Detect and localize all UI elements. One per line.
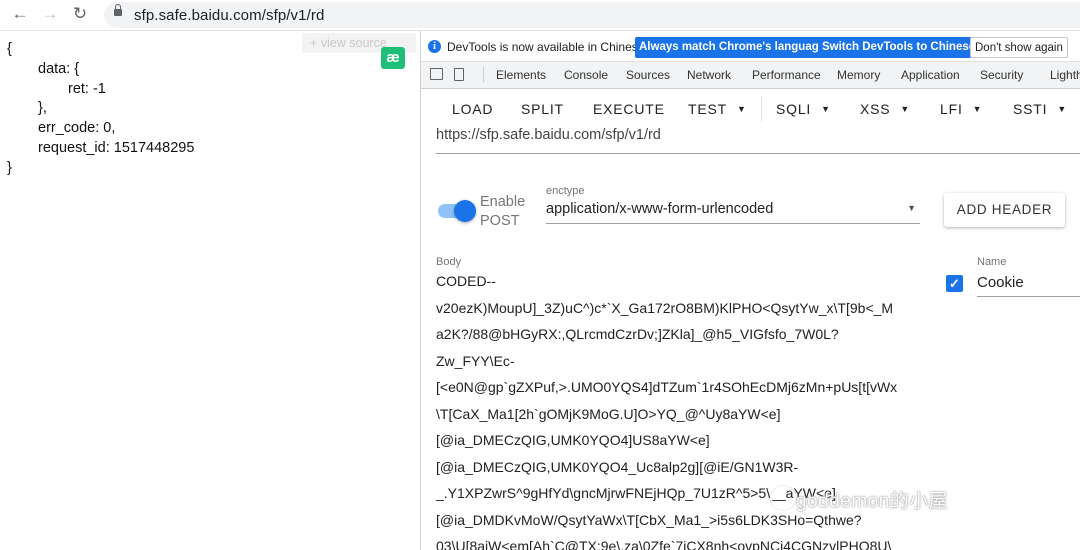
tab-elements[interactable]: Elements: [496, 68, 546, 82]
ssti-menu-button[interactable]: SSTI ▼: [1013, 101, 1067, 117]
lock-icon[interactable]: [114, 4, 122, 16]
caret-down-icon: ▼: [821, 104, 831, 114]
url-input[interactable]: https://sfp.safe.baidu.com/sfp/v1/rd: [436, 127, 1080, 154]
lfi-menu-button[interactable]: LFI ▼: [940, 101, 982, 117]
divider: [761, 96, 762, 122]
json-line: ret: -1: [68, 81, 106, 97]
json-line: data: {: [38, 61, 80, 77]
hackbar-toolbar: LOAD SPLIT EXECUTE TEST ▼ SQLI ▼ XSS ▼ LFI ▼…: [421, 89, 1080, 129]
header-name-value: Cookie: [977, 274, 1024, 291]
watermark-text: goddemon的小屋: [796, 491, 949, 512]
execute-button[interactable]: EXECUTE: [593, 101, 665, 117]
devtools-panel: i DevTools is now available in Chinese! …: [420, 31, 1080, 550]
tab-console[interactable]: Console: [564, 68, 608, 82]
caret-down-icon: ▼: [972, 104, 983, 114]
tab-sources[interactable]: Sources: [626, 68, 670, 82]
enctype-value: application/x-www-form-urlencoded: [546, 201, 774, 217]
add-header-button[interactable]: ADD HEADER: [944, 193, 1065, 227]
switch-to-chinese-button[interactable]: Switch DevTools to Chinese: [818, 37, 980, 58]
body-label: Body: [436, 256, 462, 268]
reload-icon[interactable]: ↻: [70, 4, 90, 24]
json-line: {: [7, 41, 12, 57]
json-line: },: [38, 100, 47, 116]
post-label: POST: [480, 213, 520, 229]
tab-application[interactable]: Application: [901, 68, 960, 82]
load-button[interactable]: LOAD: [452, 101, 493, 117]
lfi-label: LFI: [940, 101, 963, 117]
caret-down-icon: ▼: [900, 104, 911, 114]
enable-post-label: Enable POST: [480, 193, 525, 231]
url-input-value: https://sfp.safe.baidu.com/sfp/v1/rd: [436, 127, 661, 143]
url-text[interactable]: sfp.safe.baidu.com/sfp/v1/rd: [134, 7, 324, 24]
forward-arrow-icon[interactable]: →: [40, 4, 60, 24]
enctype-label: enctype: [546, 185, 585, 197]
body-line: v20ezK)MoupU]_3Z)uC^)c*`X_Ga172rO8BM)KlP…: [436, 299, 894, 316]
address-bar[interactable]: sfp.safe.baidu.com/sfp/v1/rd: [104, 2, 1080, 28]
devtools-tabs: Elements Console Sources Network Perform…: [421, 62, 1080, 89]
xss-label: XSS: [860, 101, 891, 117]
browser-toolbar: ← → ↻ sfp.safe.baidu.com/sfp/v1/rd: [0, 0, 1080, 31]
tab-security[interactable]: Security: [980, 68, 1023, 82]
json-line: err_code: 0,: [38, 120, 116, 136]
back-arrow-icon[interactable]: ←: [10, 4, 30, 24]
caret-down-icon: ▼: [1057, 104, 1068, 114]
device-toolbar-icon[interactable]: [454, 68, 464, 81]
divider: [483, 67, 484, 83]
body-line: [@ia_DMECzQIG,UMK0YQO4_Uc8alp2g][@iE/GN1…: [436, 458, 799, 475]
json-line: request_id: 1517448295: [38, 140, 195, 156]
language-infobar: i DevTools is now available in Chinese! …: [421, 31, 1080, 62]
ssti-label: SSTI: [1013, 101, 1048, 117]
wechat-logo-icon: [770, 486, 796, 510]
split-button[interactable]: SPLIT: [521, 101, 564, 117]
json-line: }: [7, 160, 12, 176]
header-enabled-checkbox[interactable]: ✓: [946, 275, 963, 292]
inspect-element-icon[interactable]: [430, 68, 443, 80]
enable-post-toggle-knob[interactable]: [454, 200, 476, 222]
enctype-select[interactable]: application/x-www-form-urlencoded ▼: [546, 201, 920, 224]
enable-label: Enable: [480, 194, 526, 210]
always-match-language-button[interactable]: Always match Chrome's language: [635, 37, 830, 58]
caret-down-icon: ▼: [736, 104, 747, 114]
body-line: CODED--: [436, 273, 496, 289]
body-line: Zw_FYY\Ec-: [436, 352, 515, 369]
sqli-menu-button[interactable]: SQLI ▼: [776, 101, 831, 117]
sqli-label: SQLI: [776, 101, 812, 117]
tab-memory[interactable]: Memory: [837, 68, 880, 82]
tab-network[interactable]: Network: [687, 68, 731, 82]
infobar-message: DevTools is now available in Chinese!: [447, 40, 648, 54]
extension-badge-icon[interactable]: æ: [381, 47, 405, 69]
tab-performance[interactable]: Performance: [752, 68, 821, 82]
body-line: a2K?/88@bHGyRX:,QLrcmdCzrDv;]ZKla]_@h5_V…: [436, 326, 839, 342]
info-icon: i: [428, 40, 441, 53]
dont-show-again-button[interactable]: Don't show again: [970, 37, 1068, 58]
test-menu-button[interactable]: TEST ▼: [688, 101, 747, 117]
body-line: [<e0N@gp`gZXPuf,>.UMO0YQS4]dTZum`1r4SOhE…: [436, 379, 898, 395]
dropdown-arrow-icon: ▼: [907, 203, 916, 213]
header-name-input[interactable]: Cookie: [977, 274, 1080, 297]
test-label: TEST: [688, 101, 727, 117]
xss-menu-button[interactable]: XSS ▼: [860, 101, 910, 117]
body-line: \T[CaX_Ma1[2h`gOMjK9MoG.U]O>YQ_@^Uy8aYW<…: [436, 405, 781, 422]
header-name-label: Name: [977, 256, 1007, 268]
body-line: 03\U[8aiW<em[Ah`C@TX:9e\.za\0Zfe`7jCX8nh…: [436, 538, 892, 550]
body-line: [@ia_DMECzQIG,UMK0YQO4]US8aYW<e]: [436, 432, 710, 448]
tab-lighthouse[interactable]: Lighth: [1050, 68, 1080, 82]
json-viewer: { data: { ret: -1 }, err_code: 0, reques…: [0, 31, 420, 550]
